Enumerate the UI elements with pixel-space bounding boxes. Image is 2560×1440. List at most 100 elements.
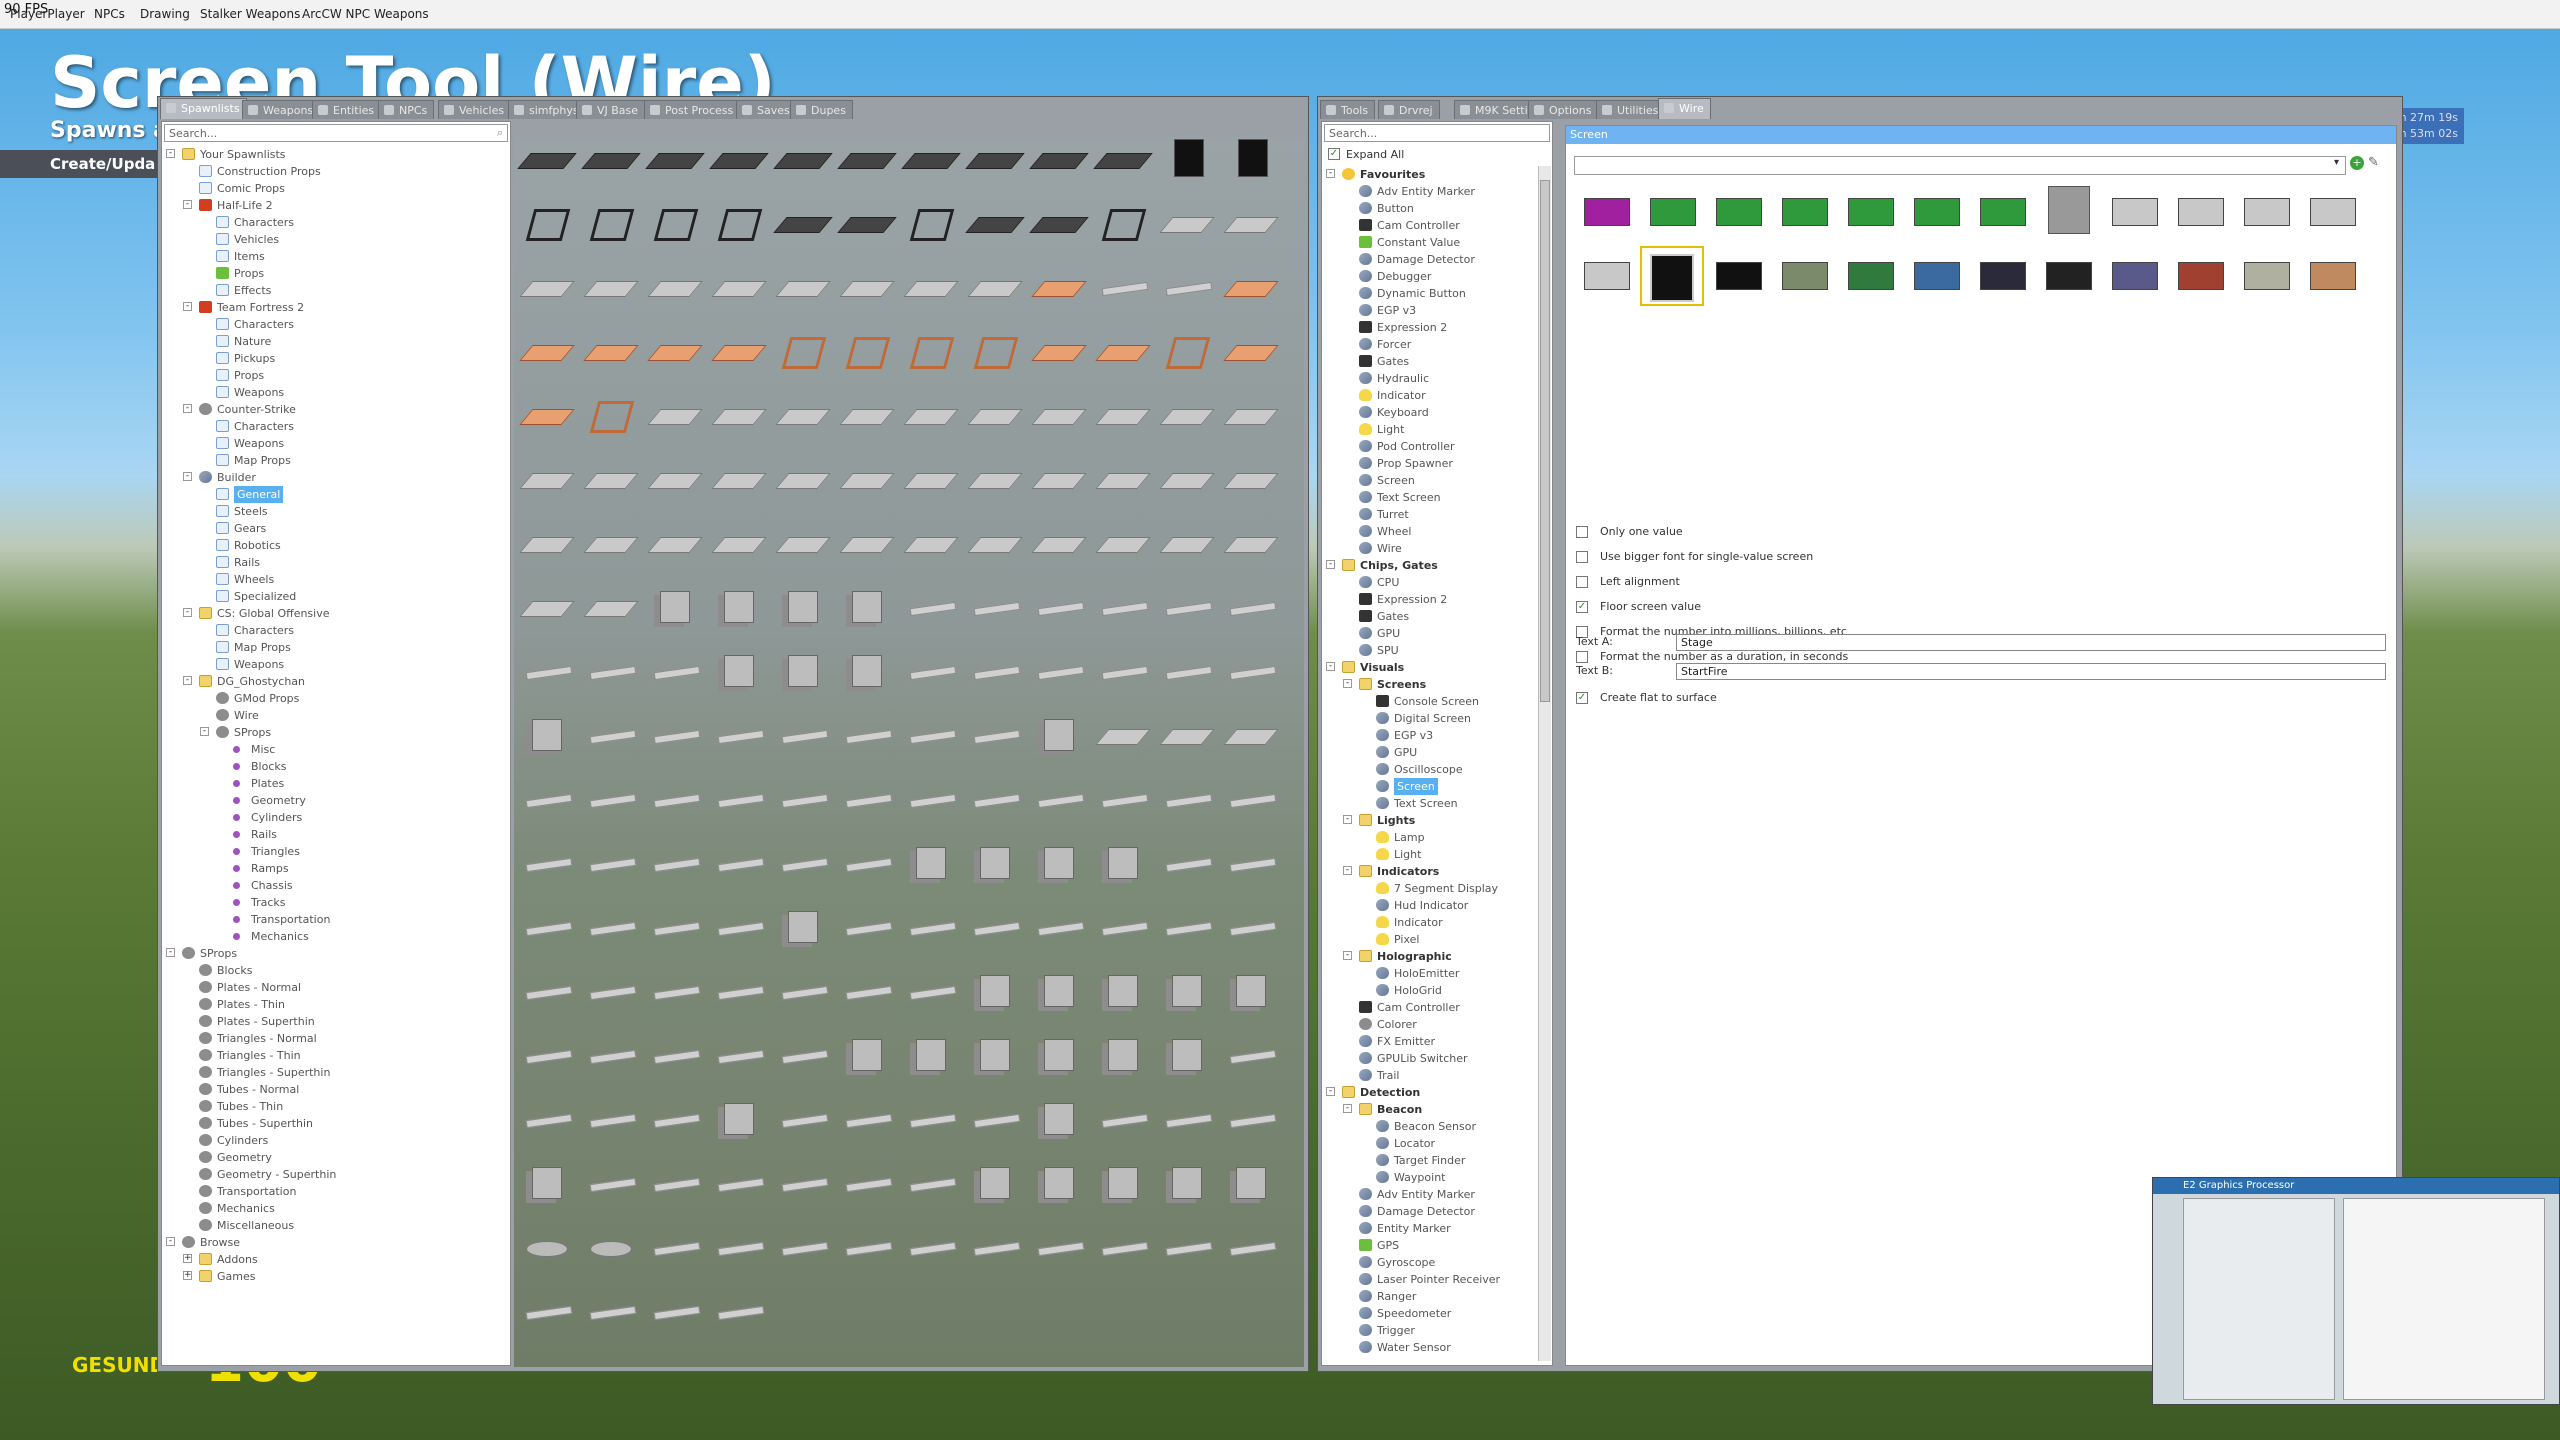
prop-icon[interactable]: [968, 651, 1020, 689]
prop-icon[interactable]: [648, 779, 700, 817]
prop-icon[interactable]: [1160, 203, 1212, 241]
prop-icon[interactable]: [840, 1035, 892, 1073]
prop-icon[interactable]: [648, 843, 700, 881]
prop-icon[interactable]: [712, 587, 764, 625]
prop-icon[interactable]: [584, 587, 636, 625]
expander-icon[interactable]: -: [183, 200, 192, 209]
prop-icon[interactable]: [840, 139, 892, 177]
tree-node[interactable]: Weapons: [164, 435, 508, 452]
prop-icon[interactable]: [1096, 1227, 1148, 1265]
tree-node[interactable]: Indicator: [1324, 914, 1538, 931]
prop-icon[interactable]: [584, 1099, 636, 1137]
option-checkbox[interactable]: [1576, 651, 1588, 663]
tree-node[interactable]: Cam Controller: [1324, 999, 1538, 1016]
expander-icon[interactable]: +: [183, 1254, 192, 1263]
prop-icon[interactable]: [1160, 459, 1212, 497]
tree-node[interactable]: Tracks: [164, 894, 508, 911]
tree-node[interactable]: - Screens: [1324, 676, 1538, 693]
prop-icon[interactable]: [1096, 651, 1148, 689]
tree-node[interactable]: FX Emitter: [1324, 1033, 1538, 1050]
prop-icon[interactable]: [1032, 1163, 1084, 1201]
prop-icon[interactable]: [1224, 395, 1276, 433]
prop-icon[interactable]: [776, 971, 828, 1009]
prop-icon[interactable]: [712, 331, 764, 369]
expander-icon[interactable]: -: [1343, 815, 1352, 824]
prop-icon[interactable]: [840, 779, 892, 817]
screen-model-option[interactable]: [2104, 184, 2164, 240]
tree-node[interactable]: - Visuals: [1324, 659, 1538, 676]
prop-icon[interactable]: [776, 1099, 828, 1137]
prop-icon[interactable]: [1032, 907, 1084, 945]
prop-icon[interactable]: [584, 267, 636, 305]
prop-icon[interactable]: [1224, 971, 1276, 1009]
prop-icon[interactable]: [776, 203, 828, 241]
expander-icon[interactable]: -: [200, 727, 209, 736]
tree-node[interactable]: Plates - Superthin: [164, 1013, 508, 1030]
tree-node[interactable]: CPU: [1324, 574, 1538, 591]
tab-saves[interactable]: Saves: [736, 100, 797, 119]
tree-node[interactable]: Text Screen: [1324, 489, 1538, 506]
tree-node[interactable]: - Builder: [164, 469, 508, 486]
prop-icon[interactable]: [904, 139, 956, 177]
prop-icon[interactable]: [904, 651, 956, 689]
tree-node[interactable]: Adv Entity Marker: [1324, 1186, 1538, 1203]
tree-node[interactable]: Damage Detector: [1324, 251, 1538, 268]
tree-node[interactable]: Keyboard: [1324, 404, 1538, 421]
tree-node[interactable]: Pixel: [1324, 931, 1538, 948]
tab-simfphys[interactable]: simfphys: [508, 100, 586, 119]
prop-icon[interactable]: [1224, 907, 1276, 945]
tree-node[interactable]: Tubes - Thin: [164, 1098, 508, 1115]
tree-node[interactable]: Debugger: [1324, 268, 1538, 285]
prop-icon[interactable]: [520, 203, 572, 241]
screen-model-option[interactable]: [1642, 184, 1702, 240]
prop-icon[interactable]: [1160, 139, 1212, 177]
tab-options[interactable]: Options: [1528, 100, 1599, 119]
expander-icon[interactable]: -: [183, 302, 192, 311]
tree-node[interactable]: Digital Screen: [1324, 710, 1538, 727]
prop-icon[interactable]: [968, 971, 1020, 1009]
prop-icon[interactable]: [1224, 1099, 1276, 1137]
prop-icon[interactable]: [712, 1163, 764, 1201]
prop-icon[interactable]: [648, 139, 700, 177]
prop-icon[interactable]: [648, 1291, 700, 1329]
prop-icon[interactable]: [712, 267, 764, 305]
prop-icon[interactable]: [840, 459, 892, 497]
prop-icon[interactable]: [1096, 395, 1148, 433]
prop-icon[interactable]: [1032, 715, 1084, 753]
prop-icon[interactable]: [1224, 843, 1276, 881]
expander-icon[interactable]: +: [183, 1271, 192, 1280]
prop-icon[interactable]: [968, 139, 1020, 177]
tree-node[interactable]: - CS: Global Offensive: [164, 605, 508, 622]
tree-node[interactable]: Beacon Sensor: [1324, 1118, 1538, 1135]
tree-node[interactable]: Construction Props: [164, 163, 508, 180]
prop-icon[interactable]: [1224, 587, 1276, 625]
tree-node[interactable]: - Lights: [1324, 812, 1538, 829]
text-a-input[interactable]: Stage: [1676, 634, 2386, 651]
tree-node[interactable]: GPU: [1324, 744, 1538, 761]
tree-node[interactable]: Tubes - Superthin: [164, 1115, 508, 1132]
prop-icon[interactable]: [1032, 971, 1084, 1009]
tree-node[interactable]: Gates: [1324, 608, 1538, 625]
prop-icon[interactable]: [1032, 651, 1084, 689]
prop-icon[interactable]: [584, 907, 636, 945]
tree-node[interactable]: - Your Spawnlists: [164, 146, 508, 163]
prop-icon[interactable]: [1096, 459, 1148, 497]
tree-node[interactable]: Wire: [164, 707, 508, 724]
tree-node[interactable]: + Addons: [164, 1251, 508, 1268]
prop-icon[interactable]: [1160, 1227, 1212, 1265]
tree-node[interactable]: Gears: [164, 520, 508, 537]
screen-model-option[interactable]: [2104, 248, 2164, 304]
prop-icon[interactable]: [520, 971, 572, 1009]
spawnlist-search[interactable]: Search... ⌕: [164, 124, 508, 142]
prop-icon[interactable]: [1160, 523, 1212, 561]
tree-node[interactable]: Trail: [1324, 1067, 1538, 1084]
tab-entities[interactable]: Entities: [312, 100, 382, 119]
prop-icon[interactable]: [1032, 1035, 1084, 1073]
prop-icon[interactable]: [776, 395, 828, 433]
prop-icon[interactable]: [840, 1163, 892, 1201]
tree-node[interactable]: - Half-Life 2: [164, 197, 508, 214]
prop-icon[interactable]: [648, 907, 700, 945]
prop-icon[interactable]: [840, 267, 892, 305]
tree-node[interactable]: - DG_Ghostychan: [164, 673, 508, 690]
prop-icon[interactable]: [520, 1227, 572, 1265]
